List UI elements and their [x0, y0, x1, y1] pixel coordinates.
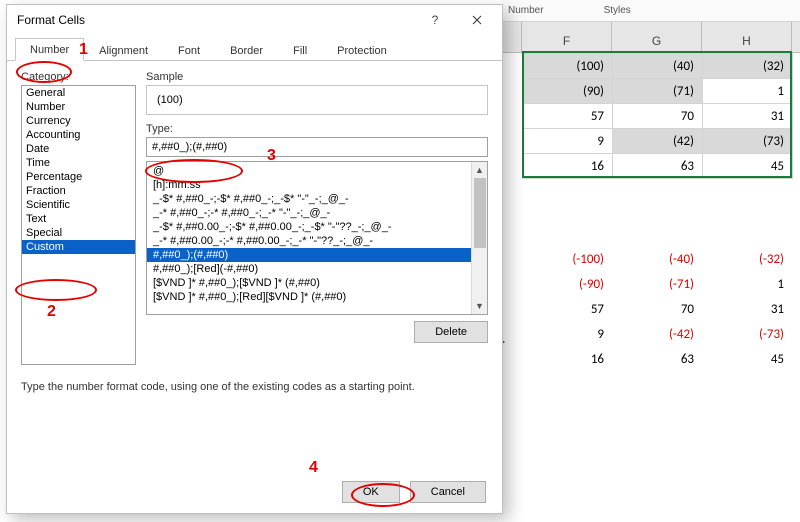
- tab-number[interactable]: Number: [15, 38, 84, 61]
- cell[interactable]: (-100): [522, 247, 612, 272]
- category-item[interactable]: Fraction: [22, 184, 135, 198]
- col-header-g[interactable]: G: [612, 22, 702, 52]
- cell[interactable]: (73): [703, 129, 793, 154]
- hint-text: Type the number format code, using one o…: [21, 381, 488, 393]
- category-item[interactable]: Number: [22, 100, 135, 114]
- cell[interactable]: (90): [523, 79, 613, 104]
- cell[interactable]: 63: [612, 347, 702, 372]
- cell[interactable]: (-71): [612, 272, 702, 297]
- col-header-f[interactable]: F: [522, 22, 612, 52]
- tab-border[interactable]: Border: [215, 39, 278, 61]
- cancel-button[interactable]: Cancel: [410, 481, 486, 503]
- tab-protection[interactable]: Protection: [322, 39, 402, 61]
- ribbon-group-number: Number: [508, 5, 544, 16]
- format-item[interactable]: [$VND ]* #,##0_);[Red][$VND ]* (#,##0): [147, 290, 471, 304]
- spreadsheet[interactable]: F G H (100)(40)(32)(90)(71)15770319(42)(…: [502, 22, 800, 522]
- cell[interactable]: (-42): [612, 322, 702, 347]
- tab-font[interactable]: Font: [163, 39, 215, 61]
- cell[interactable]: 16: [522, 347, 612, 372]
- format-list[interactable]: @[h]:mm:ss_-$* #,##0_-;-$* #,##0_-;_-$* …: [146, 161, 488, 315]
- category-item[interactable]: Percentage: [22, 170, 135, 184]
- category-item[interactable]: Text: [22, 212, 135, 226]
- cell[interactable]: 70: [612, 297, 702, 322]
- cell[interactable]: 63: [613, 154, 703, 179]
- scroll-up-icon[interactable]: ▲: [472, 162, 487, 178]
- dialog-tabs: NumberAlignmentFontBorderFillProtection: [7, 35, 502, 61]
- category-item[interactable]: Date: [22, 142, 135, 156]
- cell[interactable]: (-32): [702, 247, 792, 272]
- cell[interactable]: (32): [703, 54, 793, 79]
- ribbon-group-styles: Styles: [604, 5, 631, 16]
- cell[interactable]: 57: [522, 297, 612, 322]
- category-listbox[interactable]: GeneralNumberCurrencyAccountingDateTimeP…: [21, 85, 136, 365]
- cell[interactable]: (100): [523, 54, 613, 79]
- cell[interactable]: (71): [613, 79, 703, 104]
- category-item[interactable]: Time: [22, 156, 135, 170]
- format-item[interactable]: #,##0_);(#,##0): [147, 248, 471, 262]
- tab-fill[interactable]: Fill: [278, 39, 322, 61]
- cell[interactable]: 9: [523, 129, 613, 154]
- format-item[interactable]: [$VND ]* #,##0_);[$VND ]* (#,##0): [147, 276, 471, 290]
- type-label: Type:: [146, 123, 488, 135]
- cell[interactable]: (-40): [612, 247, 702, 272]
- format-item[interactable]: _-* #,##0.00_-;-* #,##0.00_-;_-* "-"??_-…: [147, 234, 471, 248]
- dialog-titlebar[interactable]: Format Cells ?: [7, 5, 502, 35]
- format-item[interactable]: #,##0_);[Red](-#,##0): [147, 262, 471, 276]
- ok-button[interactable]: OK: [342, 481, 400, 503]
- delete-button[interactable]: Delete: [414, 321, 488, 343]
- col-header-h[interactable]: H: [702, 22, 792, 52]
- format-item[interactable]: _-* #,##0_-;-* #,##0_-;_-* "-"_-;_@_-: [147, 206, 471, 220]
- sample-label: Sample: [146, 71, 488, 83]
- type-input[interactable]: [146, 137, 488, 157]
- format-cells-dialog: Format Cells ? NumberAlignmentFontBorder…: [6, 4, 503, 514]
- scrollbar[interactable]: ▲ ▼: [471, 162, 487, 314]
- category-item[interactable]: Scientific: [22, 198, 135, 212]
- category-label: Category:: [21, 71, 136, 83]
- data-block-2[interactable]: (-100)(-40)(-32) (-90)(-71)1 577031 9(-42)(…: [522, 247, 792, 372]
- tab-alignment[interactable]: Alignment: [84, 39, 163, 61]
- dialog-title: Format Cells: [17, 13, 414, 27]
- cell[interactable]: 31: [703, 104, 793, 129]
- sample-value: (100): [146, 85, 488, 115]
- data-block-1[interactable]: (100)(40)(32) (90)(71)1 577031 9(42)(73) 166…: [522, 53, 793, 179]
- cell[interactable]: 31: [702, 297, 792, 322]
- cell[interactable]: 45: [702, 347, 792, 372]
- category-item[interactable]: General: [22, 86, 135, 100]
- cell[interactable]: (-73): [702, 322, 792, 347]
- help-icon[interactable]: ?: [414, 7, 456, 33]
- close-icon[interactable]: [456, 7, 498, 33]
- ribbon-groups: Number Styles: [502, 0, 800, 22]
- cell[interactable]: (42): [613, 129, 703, 154]
- cell[interactable]: (-90): [522, 272, 612, 297]
- cell[interactable]: (40): [613, 54, 703, 79]
- cell[interactable]: 57: [523, 104, 613, 129]
- cell[interactable]: 70: [613, 104, 703, 129]
- scroll-thumb[interactable]: [474, 178, 486, 248]
- format-item[interactable]: _-$* #,##0_-;-$* #,##0_-;_-$* "-"_-;_@_-: [147, 192, 471, 206]
- cell[interactable]: 45: [703, 154, 793, 179]
- column-headers: F G H: [502, 22, 800, 53]
- category-item[interactable]: Accounting: [22, 128, 135, 142]
- format-item[interactable]: [h]:mm:ss: [147, 178, 471, 192]
- cell[interactable]: 1: [702, 272, 792, 297]
- scroll-down-icon[interactable]: ▼: [472, 298, 487, 314]
- cell[interactable]: 9: [522, 322, 612, 347]
- category-item[interactable]: Currency: [22, 114, 135, 128]
- category-item[interactable]: Custom: [22, 240, 135, 254]
- cell[interactable]: 1: [703, 79, 793, 104]
- category-item[interactable]: Special: [22, 226, 135, 240]
- format-item[interactable]: @: [147, 164, 471, 178]
- format-item[interactable]: _-$* #,##0.00_-;-$* #,##0.00_-;_-$* "-"?…: [147, 220, 471, 234]
- cell[interactable]: 16: [523, 154, 613, 179]
